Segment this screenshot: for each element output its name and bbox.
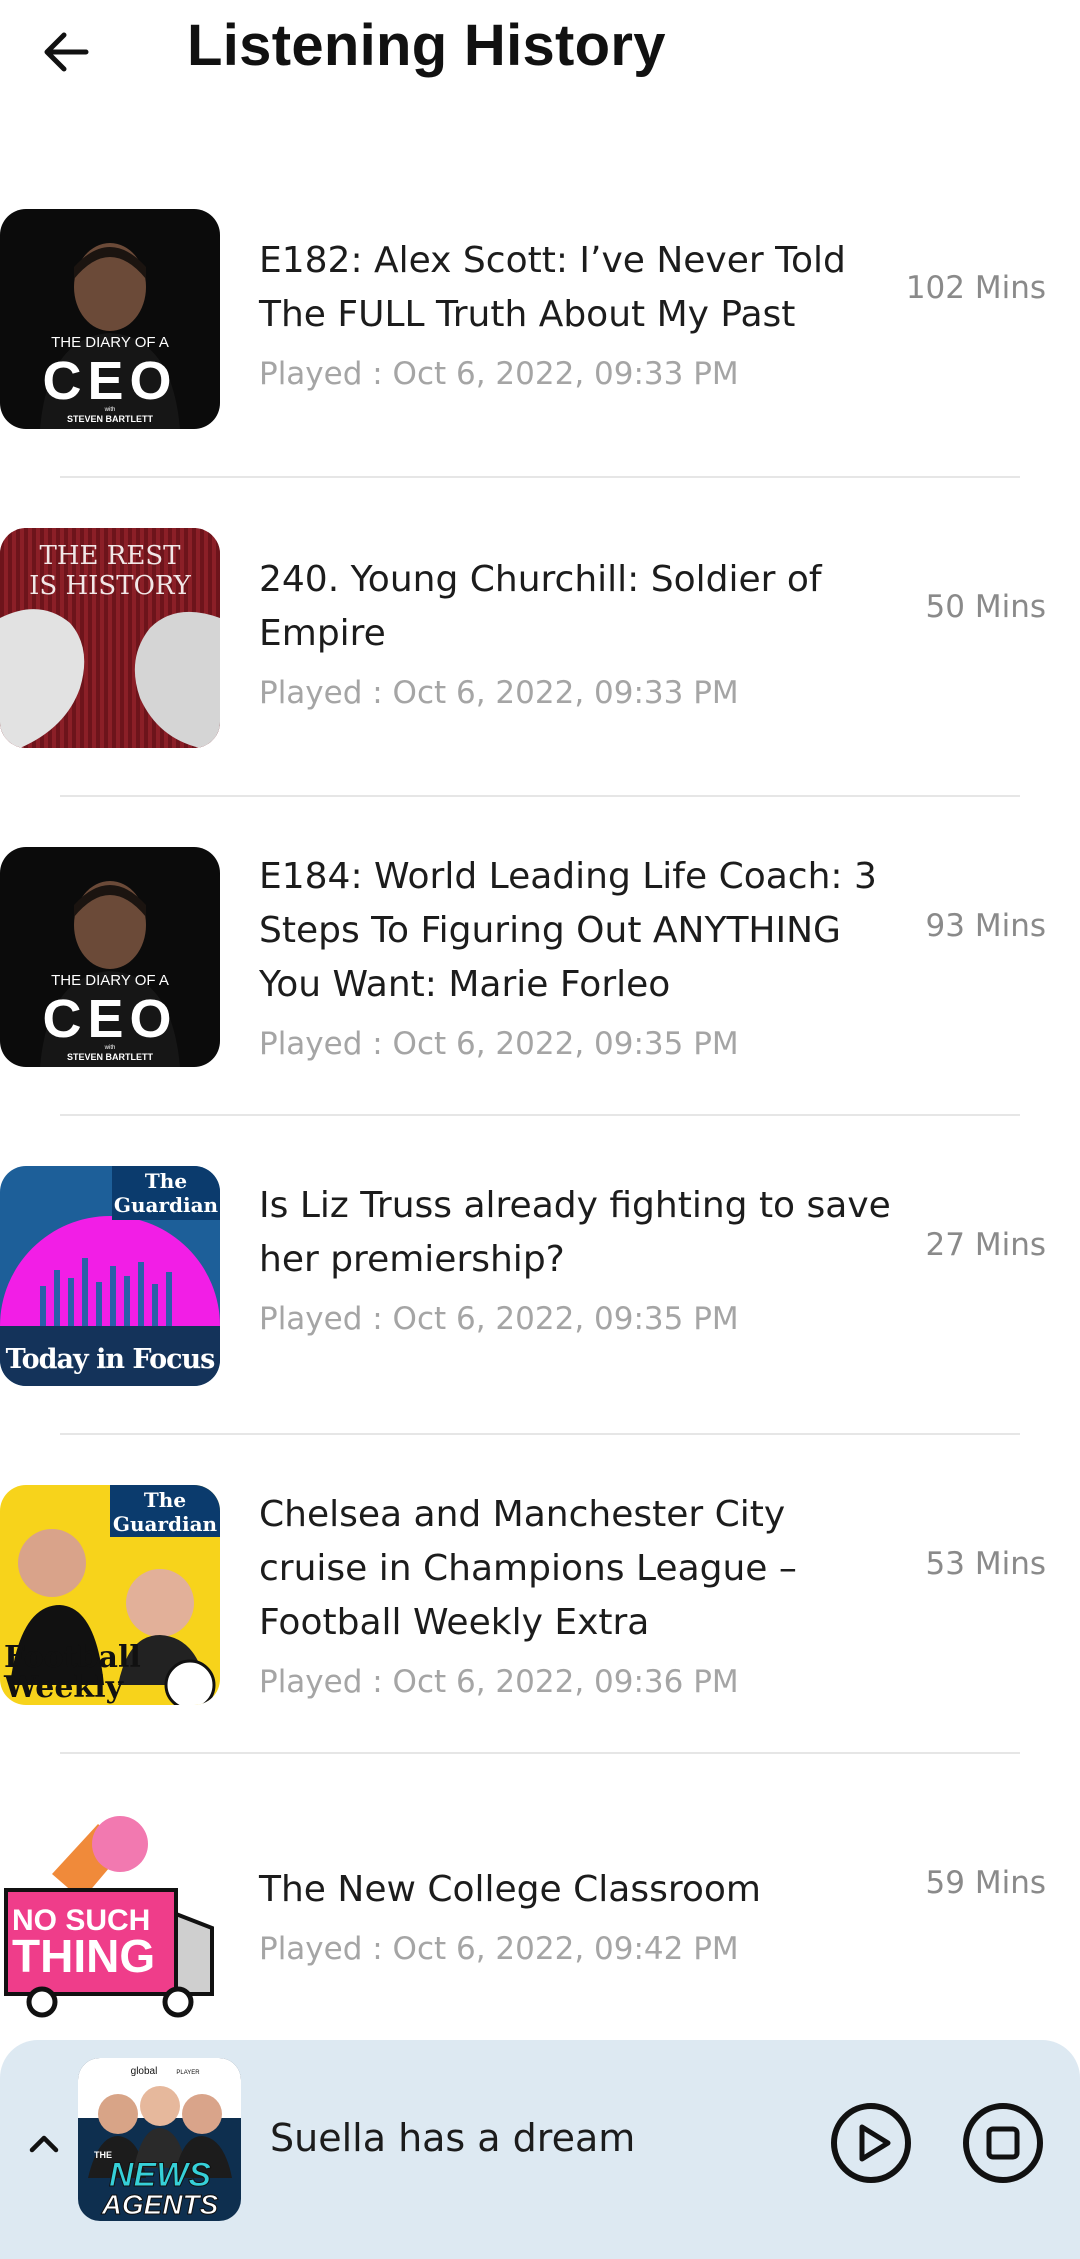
art-label: with: [104, 407, 116, 413]
now-playing-title: Suella has a dream: [270, 2116, 636, 2160]
divider: [60, 1433, 1020, 1435]
art-label: THE DIARY OF A: [51, 334, 169, 351]
episode-duration: 93 Mins: [925, 908, 1046, 944]
podcast-artwork: NO SUCH THING: [0, 1804, 220, 2024]
episode-title: E182: Alex Scott: I’ve Never Told The FU…: [259, 240, 846, 335]
episode-duration: 59 Mins: [925, 1865, 1046, 1901]
expand-player-button[interactable]: [20, 2120, 68, 2168]
played-timestamp: Played : Oct 6, 2022, 09:33 PM: [259, 675, 739, 711]
episode-title: The New College Classroom: [259, 1869, 761, 1910]
podcast-artwork: THE DIARY OF A CEO with STEVEN BARTLETT: [0, 847, 220, 1067]
arrow-left-icon: [44, 32, 89, 72]
stop-circle-icon: [963, 2103, 1043, 2183]
art-label: The: [144, 1488, 186, 1512]
divider: [60, 476, 1020, 478]
episode-duration: 102 Mins: [905, 270, 1046, 306]
podcast-artwork: The Guardian Football Weekly: [0, 1485, 220, 1705]
divider: [60, 1114, 1020, 1116]
episode-duration: 50 Mins: [925, 589, 1046, 625]
back-button[interactable]: [34, 20, 98, 84]
list-item[interactable]: THE REST IS HISTORY 240. Young Churchill…: [0, 509, 1080, 828]
art-label: Weekly: [3, 1670, 125, 1705]
played-timestamp: Played : Oct 6, 2022, 09:35 PM: [259, 1026, 739, 1062]
art-label: THE REST: [40, 541, 182, 571]
stop-button[interactable]: [960, 2100, 1046, 2186]
chevron-up-icon: [29, 2135, 59, 2153]
art-label: STEVEN BARTLETT: [67, 414, 154, 424]
art-label: THE DIARY OF A: [51, 972, 169, 989]
podcast-artwork: THE REST IS HISTORY: [0, 528, 220, 748]
art-label: STEVEN BARTLETT: [67, 1052, 154, 1062]
art-label: global: [131, 2066, 158, 2077]
art-label: CEO: [42, 351, 177, 411]
divider: [60, 795, 1020, 797]
art-label: Today in Focus: [6, 1344, 216, 1375]
divider: [60, 1752, 1020, 1754]
list-item[interactable]: The Guardian Football Weekly Chelsea and…: [0, 1466, 1080, 1785]
list-item[interactable]: THE DIARY OF A CEO with STEVEN BARTLETT …: [0, 190, 1080, 509]
episode-title: E184: World Leading Life Coach: 3 Steps …: [259, 856, 877, 1005]
art-label: PLAYER: [176, 2070, 200, 2076]
play-circle-icon: [831, 2103, 911, 2183]
play-button[interactable]: [828, 2100, 914, 2186]
episode-duration: 53 Mins: [925, 1546, 1046, 1582]
art-label: CEO: [42, 989, 177, 1049]
played-timestamp: Played : Oct 6, 2022, 09:36 PM: [259, 1664, 739, 1700]
list-item[interactable]: THE DIARY OF A CEO with STEVEN BARTLETT …: [0, 828, 1080, 1147]
episode-duration: 27 Mins: [925, 1227, 1046, 1263]
art-label: THING: [12, 1930, 155, 1982]
art-label: IS HISTORY: [29, 571, 192, 601]
played-timestamp: Played : Oct 6, 2022, 09:42 PM: [259, 1931, 739, 1967]
episode-title: 240. Young Churchill: Soldier of Empire: [259, 559, 822, 654]
page-title: Listening History: [187, 13, 666, 78]
art-label: Guardian: [113, 1512, 218, 1536]
art-label: The: [145, 1169, 187, 1193]
app-header: Listening History: [0, 0, 1080, 110]
mini-player[interactable]: global PLAYER THE NEWS AGENTS Suella has…: [0, 2040, 1080, 2259]
played-timestamp: Played : Oct 6, 2022, 09:33 PM: [259, 356, 739, 392]
played-timestamp: Played : Oct 6, 2022, 09:35 PM: [259, 1301, 739, 1337]
episode-title: Is Liz Truss already fighting to save he…: [259, 1185, 891, 1280]
podcast-artwork: The Guardian Today in Focus: [0, 1166, 220, 1386]
podcast-artwork: THE DIARY OF A CEO with STEVEN BARTLETT: [0, 209, 220, 429]
list-item[interactable]: The Guardian Today in Focus Is Liz Truss…: [0, 1147, 1080, 1466]
episode-title: Chelsea and Manchester City cruise in Ch…: [259, 1494, 797, 1643]
art-label: AGENTS: [101, 2189, 219, 2220]
now-playing-artwork: global PLAYER THE NEWS AGENTS: [78, 2058, 241, 2221]
art-label: Guardian: [114, 1193, 219, 1217]
art-label: with: [104, 1045, 116, 1051]
